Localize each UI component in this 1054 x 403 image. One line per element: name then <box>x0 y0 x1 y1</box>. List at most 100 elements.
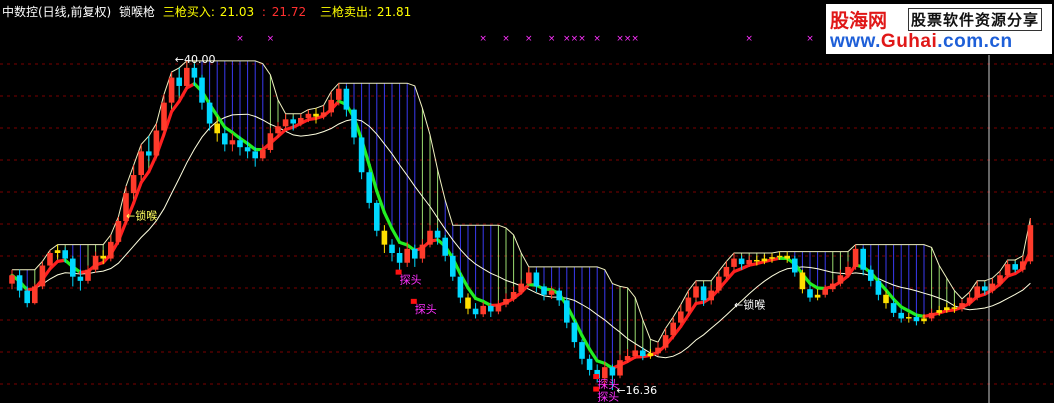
candle-body <box>412 248 418 259</box>
candlestick-chart: × × × × × × × × × × × × × × ×←40.00←16.36←锁喉←锁喉探头探头探头探… <box>0 34 1054 403</box>
candle-body <box>381 230 388 245</box>
candle-body <box>396 253 403 263</box>
candle-body <box>222 133 228 145</box>
candle-body <box>890 303 897 313</box>
candle-body <box>518 283 524 292</box>
candle-body <box>168 77 175 103</box>
candle-body <box>898 312 904 319</box>
lock-label: ←锁喉 <box>734 298 765 312</box>
candle-body <box>609 367 616 376</box>
x-marker: × <box>525 34 533 44</box>
candle-body <box>47 253 53 266</box>
candle-body <box>450 255 456 277</box>
candle-body <box>868 269 874 281</box>
candle-body <box>488 305 494 312</box>
candle-body <box>837 275 844 284</box>
candle-body <box>700 286 707 301</box>
candle-body <box>199 77 205 103</box>
candle-body <box>480 305 486 315</box>
candle-body <box>85 269 91 281</box>
candle-body <box>298 117 304 124</box>
candle-body <box>100 255 106 259</box>
candle-body <box>799 272 806 290</box>
candle-body <box>146 151 152 156</box>
low-price-label: ←16.36 <box>616 384 657 397</box>
candle-body <box>761 258 768 262</box>
buy-separator: : <box>261 5 266 19</box>
candle-body <box>244 147 251 152</box>
candle-body <box>913 317 920 322</box>
candle-body <box>822 289 828 295</box>
candle-body <box>693 286 699 298</box>
chart-header: 中数控(日线,前复权) 锁喉枪 三枪买入: 21.03 : 21.72 三枪卖出… <box>2 3 415 20</box>
candle-body <box>176 77 182 86</box>
candle-body <box>282 119 289 127</box>
candle-body <box>9 275 15 284</box>
candle-body <box>305 113 312 118</box>
candle-body <box>92 255 99 270</box>
candle-body <box>526 272 532 284</box>
buy-value-2: 21.72 <box>271 5 307 19</box>
candle-body <box>313 113 319 117</box>
watermark-logo: 股海网 股票软件资源分享 www.Guhai.com.cn <box>826 4 1052 54</box>
candle-body <box>746 259 752 265</box>
candle-body <box>229 140 236 145</box>
candle-body <box>472 308 479 315</box>
sell-value: 21.81 <box>376 5 412 19</box>
candle-body <box>336 88 342 100</box>
candle-body <box>495 304 502 312</box>
candle-body <box>267 133 274 150</box>
candle-body <box>807 289 813 298</box>
annotations: × × × × × × × × × × × × × × ×←40.00←16.36←锁喉←锁喉探头探头探头探… <box>126 34 814 403</box>
candle-body <box>374 202 380 231</box>
candle-body <box>959 303 965 309</box>
candle-body <box>328 99 334 113</box>
candles <box>9 60 1034 390</box>
fast-ma-segment <box>147 153 158 174</box>
candle-body <box>465 297 471 309</box>
candle-body <box>503 298 509 305</box>
candle-body <box>184 67 190 86</box>
candle-body <box>776 255 783 258</box>
candle-body <box>320 112 327 117</box>
candle-body <box>617 360 623 376</box>
candle-body <box>564 300 570 323</box>
candle-body <box>784 255 790 259</box>
candle-body <box>966 297 973 304</box>
probe-flag <box>395 269 402 275</box>
fast-ma-segment <box>170 99 181 114</box>
price-grid <box>0 63 1054 385</box>
x-marker: × <box>267 34 275 44</box>
fast-ma-segment <box>382 210 394 231</box>
lock-label: ←锁喉 <box>126 209 157 223</box>
candle-body <box>533 272 540 287</box>
candle-body <box>928 312 935 319</box>
x-marker: × <box>631 34 639 44</box>
candle-body <box>685 297 692 312</box>
candle-body <box>708 290 714 301</box>
fast-ma-segment <box>177 86 189 103</box>
candle-body <box>875 280 882 295</box>
candle-body <box>153 130 160 156</box>
candle-body <box>997 275 1003 284</box>
fast-ma-segment <box>390 227 402 244</box>
fast-ma-segment <box>466 286 478 301</box>
candle-body <box>624 356 631 361</box>
chart-title: 中数控(日线,前复权) <box>2 5 112 19</box>
candle-body <box>434 230 441 238</box>
candle-body <box>852 248 859 267</box>
x-marker: × <box>616 34 624 44</box>
candle-body <box>678 311 684 323</box>
candle-body <box>366 172 372 203</box>
candle-body <box>108 241 114 259</box>
x-marker: × <box>479 34 487 44</box>
candle-body <box>951 307 958 309</box>
x-marker: × <box>236 34 244 44</box>
candle-body <box>974 286 980 298</box>
candle-body <box>1027 225 1034 262</box>
candle-body <box>427 230 433 245</box>
candle-body <box>252 151 258 159</box>
buy-value-1: 21.03 <box>219 5 255 19</box>
candle-body <box>944 307 950 311</box>
url-prefix: www. <box>830 31 881 52</box>
